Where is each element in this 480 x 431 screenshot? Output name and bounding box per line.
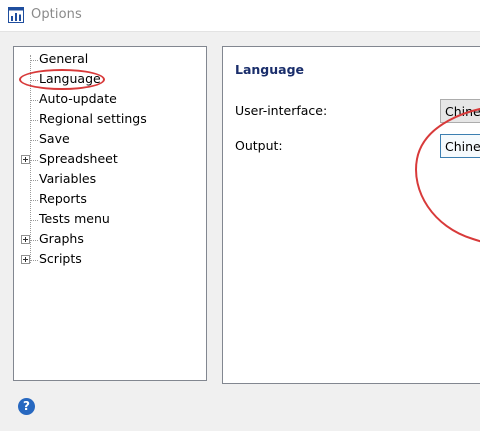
tree-item-tests-menu[interactable]: Tests menu bbox=[14, 209, 206, 229]
tree-item-regional-settings[interactable]: Regional settings bbox=[14, 109, 206, 129]
chart-app-icon bbox=[8, 7, 24, 23]
output-label: Output: bbox=[235, 138, 283, 153]
tree-item-label: Reports bbox=[39, 191, 87, 206]
expand-icon[interactable] bbox=[21, 255, 30, 264]
output-language-select[interactable]: Chinese bbox=[440, 134, 480, 158]
tree-item-label: Variables bbox=[39, 171, 97, 186]
title-bar: Options bbox=[0, 0, 480, 32]
tree-item-label: Regional settings bbox=[39, 111, 147, 126]
tree-connector bbox=[31, 80, 38, 81]
tree-item-label: Tests menu bbox=[39, 211, 110, 226]
tree-item-auto-update[interactable]: Auto-update bbox=[14, 89, 206, 109]
tree-connector bbox=[31, 180, 38, 181]
tree-item-general[interactable]: General bbox=[14, 49, 206, 69]
tree-item-label: Graphs bbox=[39, 231, 84, 246]
user-interface-label: User-interface: bbox=[235, 103, 328, 118]
help-icon[interactable]: ? bbox=[18, 398, 35, 415]
tree-connector bbox=[31, 240, 38, 241]
tree-connector bbox=[31, 100, 38, 101]
language-settings-panel: Language User-interface: Chinese Output:… bbox=[222, 46, 480, 384]
expand-icon[interactable] bbox=[21, 155, 30, 164]
tree-connector bbox=[31, 200, 38, 201]
options-tree: General Language Auto-update Regional se… bbox=[13, 46, 207, 381]
tree-connector bbox=[31, 260, 38, 261]
tree-item-label: General bbox=[39, 51, 89, 66]
tree-item-label: Auto-update bbox=[39, 91, 117, 106]
tree-connector bbox=[31, 140, 38, 141]
annotation-circle-language-selects bbox=[415, 108, 480, 243]
tree-item-label: Scripts bbox=[39, 251, 82, 266]
user-interface-language-select[interactable]: Chinese bbox=[440, 99, 480, 123]
tree-item-variables[interactable]: Variables bbox=[14, 169, 206, 189]
tree-item-label: Save bbox=[39, 131, 70, 146]
tree-item-graphs[interactable]: Graphs bbox=[14, 229, 206, 249]
tree-connector bbox=[31, 60, 38, 61]
tree-connector bbox=[31, 120, 38, 121]
tree-item-label: Spreadsheet bbox=[39, 151, 118, 166]
tree-connector bbox=[31, 160, 38, 161]
window-title: Options bbox=[31, 7, 82, 22]
tree-item-scripts[interactable]: Scripts bbox=[14, 249, 206, 269]
tree-item-spreadsheet[interactable]: Spreadsheet bbox=[14, 149, 206, 169]
tree-item-reports[interactable]: Reports bbox=[14, 189, 206, 209]
tree-item-label: Language bbox=[39, 71, 101, 86]
options-window: Options General Language Auto-update Reg… bbox=[0, 0, 480, 431]
expand-icon[interactable] bbox=[21, 235, 30, 244]
section-title: Language bbox=[235, 62, 305, 77]
tree-item-save[interactable]: Save bbox=[14, 129, 206, 149]
tree-item-language[interactable]: Language bbox=[14, 69, 206, 90]
tree-connector bbox=[31, 220, 38, 221]
